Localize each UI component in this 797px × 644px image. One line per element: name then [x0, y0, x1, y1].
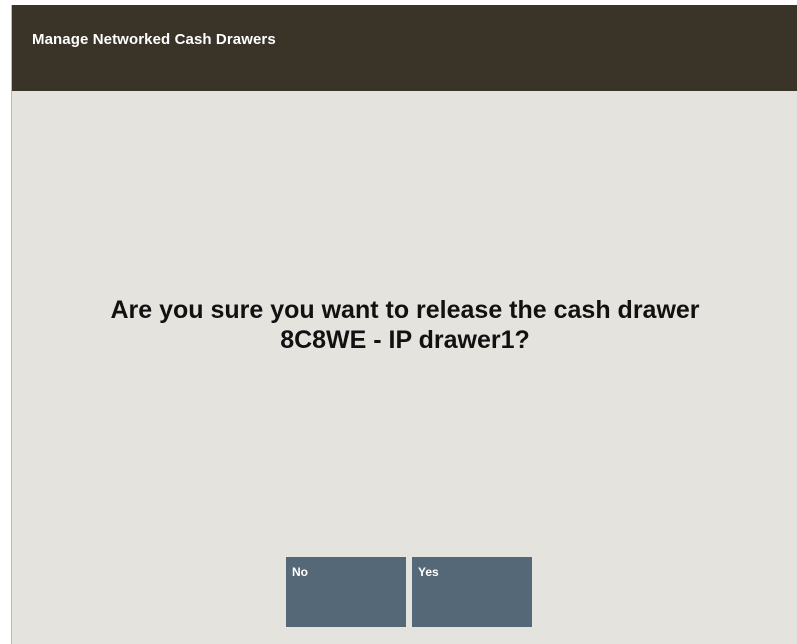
dialog-window: Manage Networked Cash Drawers Are you su… — [11, 5, 797, 644]
message-line-1: Are you sure you want to release the cas… — [110, 296, 700, 324]
window-title: Manage Networked Cash Drawers — [32, 31, 276, 48]
yes-button[interactable]: Yes — [412, 557, 532, 627]
confirmation-message: Are you sure you want to release the cas… — [12, 295, 797, 355]
no-button[interactable]: No — [286, 557, 406, 627]
title-bar: Manage Networked Cash Drawers — [12, 5, 797, 91]
message-line-2: 8C8WE - IP drawer1? — [280, 326, 530, 354]
